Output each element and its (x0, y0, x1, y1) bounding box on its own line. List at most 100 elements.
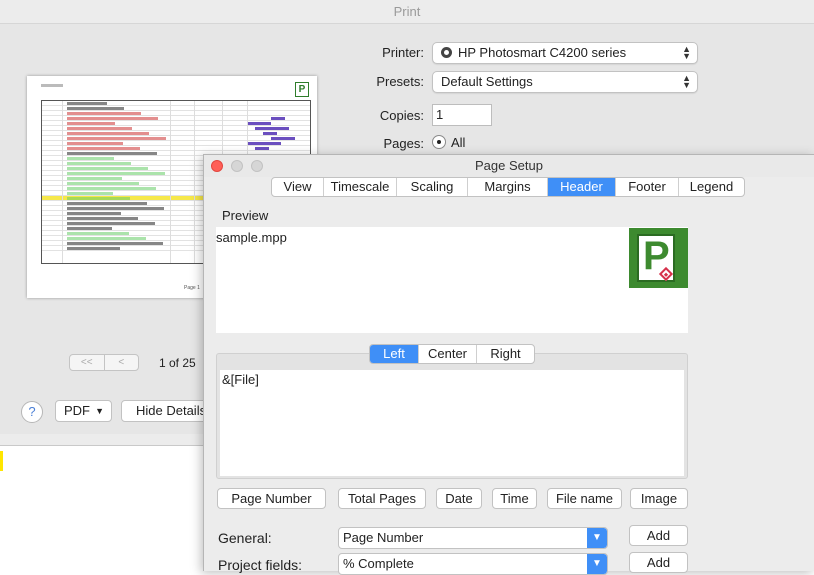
page-setup-tabs: View Timescale Scaling Margins Header Fo… (271, 177, 745, 197)
thumbnail-row-text (67, 227, 112, 230)
tab-right[interactable]: Right (476, 345, 534, 363)
previous-page-button[interactable]: < (103, 355, 139, 370)
chevron-down-icon: ▼ (587, 528, 607, 548)
presets-label: Presets: (376, 74, 424, 89)
hide-details-button[interactable]: Hide Details (121, 400, 211, 422)
tab-header[interactable]: Header (547, 178, 615, 196)
printer-status-icon (441, 47, 452, 58)
thumbnail-row-text (67, 237, 146, 240)
yellow-highlight-edge (0, 451, 3, 471)
add-project-field-button[interactable]: Add (629, 552, 688, 573)
tab-footer[interactable]: Footer (615, 178, 678, 196)
page-navigation: << < (69, 354, 139, 371)
thumbnail-row-text (67, 147, 140, 150)
project-fields-select[interactable]: % Complete ▼ (338, 553, 608, 575)
thumbnail-row-text (67, 102, 107, 105)
updown-chevron-icon: ▲ ▼ (682, 44, 691, 61)
alignment-tabs: Left Center Right (369, 344, 535, 364)
thumbnail-gantt-bar (247, 142, 281, 145)
zoom-window-button[interactable] (251, 160, 263, 172)
radio-selected-icon (432, 135, 446, 149)
thumbnail-gantt-bar (271, 137, 295, 140)
insert-time-button[interactable]: Time (492, 488, 537, 509)
project-logo-icon: P (629, 228, 688, 288)
thumbnail-row-text (67, 192, 113, 195)
thumbnail-column-line (62, 101, 63, 263)
preview-label: Preview (222, 208, 269, 223)
updown-chevron-icon: ▲ ▼ (682, 73, 691, 90)
printer-label: Printer: (382, 45, 424, 60)
help-button[interactable]: ? (21, 401, 43, 423)
thumbnail-row-text (67, 222, 155, 225)
tab-timescale[interactable]: Timescale (323, 178, 396, 196)
thumbnail-row-text (67, 217, 138, 220)
header-preview: sample.mpp P (216, 227, 688, 333)
close-window-button[interactable] (211, 160, 223, 172)
insert-total-pages-button[interactable]: Total Pages (338, 488, 426, 509)
thumbnail-row-text (67, 177, 122, 180)
presets-value: Default Settings (441, 74, 533, 89)
thumbnail-row-text (67, 207, 164, 210)
page-indicator: 1 of 25 (159, 356, 196, 370)
thumbnail-row-text (67, 157, 114, 160)
header-text-editor[interactable]: &[File] (220, 370, 684, 476)
minimize-window-button[interactable] (231, 160, 243, 172)
tab-left[interactable]: Left (370, 345, 418, 363)
thumbnail-row-text (67, 172, 165, 175)
tab-center[interactable]: Center (418, 345, 476, 363)
thumbnail-row-text (67, 132, 149, 135)
general-value: Page Number (343, 530, 424, 545)
thumbnail-page-footer: Page 1 (184, 285, 200, 291)
page-setup-title: Page Setup (475, 158, 543, 173)
add-general-button[interactable]: Add (629, 525, 688, 546)
thumbnail-column-line (170, 101, 171, 263)
page-setup-dialog: Page Setup View Timescale Scaling Margin… (203, 154, 814, 575)
thumbnail-row-text (67, 127, 132, 130)
thumbnail-row-text (67, 142, 123, 145)
thumbnail-row-text (67, 117, 158, 120)
page-setup-titlebar: Page Setup (204, 155, 814, 177)
thumbnail-row-text (67, 112, 141, 115)
insert-page-number-button[interactable]: Page Number (217, 488, 326, 509)
insert-date-button[interactable]: Date (436, 488, 482, 509)
thumbnail-row-text (67, 202, 147, 205)
tab-view[interactable]: View (272, 178, 323, 196)
thumbnail-row-text (67, 107, 124, 110)
insert-file-name-button[interactable]: File name (547, 488, 622, 509)
printer-select[interactable]: HP Photosmart C4200 series ▲ ▼ (432, 42, 698, 64)
pages-all-radio[interactable]: All (432, 135, 465, 150)
project-fields-value: % Complete (343, 556, 414, 571)
pages-all-label: All (451, 135, 466, 150)
thumbnail-row-text (67, 182, 139, 185)
thumbnail-gantt-bar (247, 122, 271, 125)
tab-legend[interactable]: Legend (678, 178, 744, 196)
thumbnail-row-text (67, 152, 157, 155)
preview-filename: sample.mpp (216, 230, 287, 245)
pdf-label: PDF (64, 403, 90, 418)
first-page-button[interactable]: << (70, 355, 104, 370)
thumbnail-row-text (67, 137, 166, 140)
printer-value: HP Photosmart C4200 series (458, 45, 627, 60)
copies-input[interactable]: 1 (432, 104, 492, 126)
presets-select[interactable]: Default Settings ▲ ▼ (432, 71, 698, 93)
thumbnail-row-text (67, 212, 121, 215)
thumbnail-row-text (67, 232, 129, 235)
pages-label: Pages: (383, 136, 424, 151)
pdf-menu-button[interactable]: PDF ▼ (55, 400, 112, 422)
thumbnail-row-text (67, 247, 120, 250)
thumbnail-gantt-bar (271, 117, 285, 120)
thumbnail-row-text (67, 197, 130, 200)
thumbnail-row-text (67, 187, 156, 190)
thumbnail-column-line (194, 101, 195, 263)
thumbnail-row-text (67, 242, 163, 245)
thumbnail-gantt-bar (255, 147, 269, 150)
thumbnail-gantt-bar (263, 132, 277, 135)
chevron-down-icon: ▼ (95, 406, 104, 416)
general-select[interactable]: Page Number ▼ (338, 527, 608, 549)
logo-page: P (637, 234, 675, 282)
tab-scaling[interactable]: Scaling (396, 178, 467, 196)
tab-margins[interactable]: Margins (467, 178, 547, 196)
insert-image-button[interactable]: Image (630, 488, 688, 509)
thumbnail-row-text (67, 167, 148, 170)
thumbnail-row-text (67, 162, 131, 165)
